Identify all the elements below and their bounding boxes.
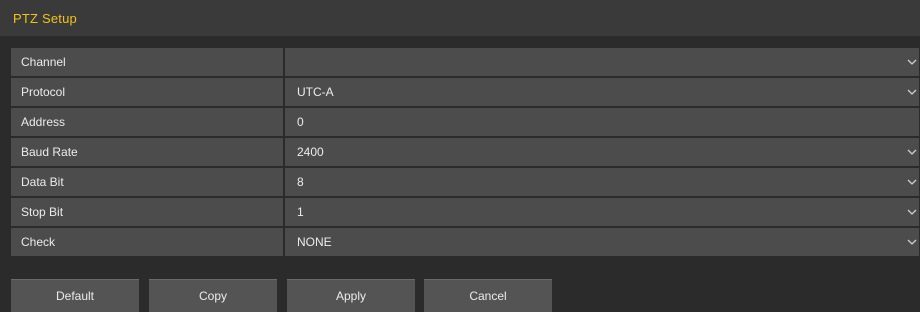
setting-label: Channel: [11, 48, 283, 76]
check-value: NONE: [297, 235, 332, 249]
check-select[interactable]: NONE: [285, 228, 919, 256]
protocol-value: UTC-A: [297, 85, 334, 99]
chevron-down-icon: [907, 88, 917, 96]
data-bit-value: 8: [297, 175, 304, 189]
address-value: 0: [297, 115, 304, 129]
header-bar: PTZ Setup: [0, 0, 920, 36]
protocol-select[interactable]: UTC-A: [285, 78, 919, 106]
data-bit-select[interactable]: 8: [285, 168, 919, 196]
apply-button[interactable]: Apply: [287, 279, 415, 312]
stop-bit-select[interactable]: 1: [285, 198, 919, 226]
setting-row-protocol: Protocol UTC-A: [11, 78, 919, 106]
baud-rate-select[interactable]: 2400: [285, 138, 919, 166]
page-title: PTZ Setup: [13, 11, 77, 26]
settings-table: Channel Protocol UTC-A Address 0 Baud Ra…: [11, 48, 919, 258]
ptz-setup-panel: PTZ Setup Channel Protocol UTC-A Address…: [0, 0, 920, 312]
stop-bit-value: 1: [297, 205, 304, 219]
setting-row-check: Check NONE: [11, 228, 919, 256]
default-button[interactable]: Default: [11, 279, 139, 312]
channel-select[interactable]: [285, 48, 919, 76]
chevron-down-icon: [907, 148, 917, 156]
setting-label: Address: [11, 108, 283, 136]
chevron-down-icon: [907, 178, 917, 186]
copy-button[interactable]: Copy: [149, 279, 277, 312]
setting-label: Baud Rate: [11, 138, 283, 166]
setting-row-stop-bit: Stop Bit 1: [11, 198, 919, 226]
setting-label: Protocol: [11, 78, 283, 106]
address-input[interactable]: 0: [285, 108, 919, 136]
setting-row-baud-rate: Baud Rate 2400: [11, 138, 919, 166]
setting-row-data-bit: Data Bit 8: [11, 168, 919, 196]
cancel-button[interactable]: Cancel: [424, 279, 552, 312]
setting-row-channel: Channel: [11, 48, 919, 76]
chevron-down-icon: [907, 208, 917, 216]
setting-label: Stop Bit: [11, 198, 283, 226]
setting-label: Data Bit: [11, 168, 283, 196]
baud-rate-value: 2400: [297, 145, 324, 159]
setting-label: Check: [11, 228, 283, 256]
chevron-down-icon: [907, 58, 917, 66]
setting-row-address: Address 0: [11, 108, 919, 136]
chevron-down-icon: [907, 238, 917, 246]
